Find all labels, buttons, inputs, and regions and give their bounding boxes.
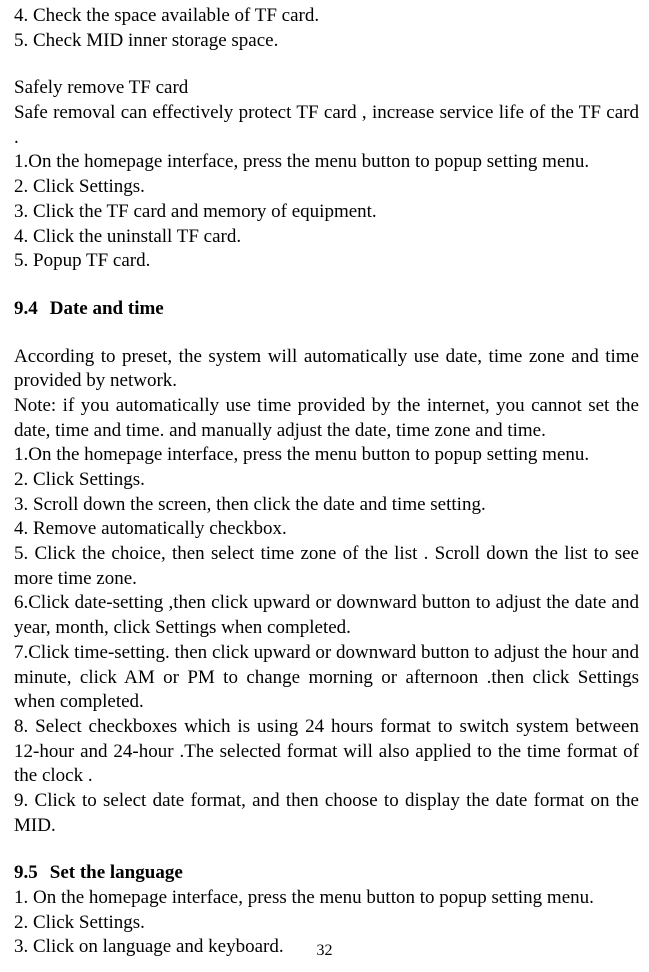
section-number: 9.4 [14, 297, 38, 322]
subheading: Safely remove TF card [14, 76, 639, 101]
page-number: 32 [0, 941, 649, 962]
step-text: 7.Click time-setting. then click upward … [14, 641, 639, 715]
step-text: 5. Click the choice, then select time zo… [14, 542, 639, 591]
body-text: Safe removal can effectively protect TF … [14, 101, 639, 150]
note-text: Note: if you automatically use time prov… [14, 394, 639, 443]
blank-line [14, 322, 639, 345]
section-title: Date and time [50, 298, 164, 319]
step-text: 1. On the homepage interface, press the … [14, 886, 639, 911]
step-text: 3. Click the TF card and memory of equip… [14, 200, 639, 225]
blank-line [14, 838, 639, 861]
body-text: According to preset, the system will aut… [14, 345, 639, 394]
step-text: 2. Click Settings. [14, 911, 639, 936]
blank-line [14, 274, 639, 297]
document-page: 4. Check the space available of TF card.… [0, 0, 649, 972]
section-title: Set the language [50, 862, 183, 883]
step-text: 9. Click to select date format, and then… [14, 789, 639, 838]
step-text: 4. Click the uninstall TF card. [14, 225, 639, 250]
step-text: 1.On the homepage interface, press the m… [14, 443, 639, 468]
section-heading: 9.4 Date and time [14, 297, 639, 322]
section-number: 9.5 [14, 861, 38, 886]
step-text: 2. Click Settings. [14, 468, 639, 493]
section-heading: 9.5 Set the language [14, 861, 639, 886]
step-text: 1.On the homepage interface, press the m… [14, 150, 639, 175]
blank-line [14, 53, 639, 76]
step-text: 3. Scroll down the screen, then click th… [14, 493, 639, 518]
step-text: 6.Click date-setting ,then click upward … [14, 591, 639, 640]
body-text: 5. Check MID inner storage space. [14, 29, 639, 54]
step-text: 5. Popup TF card. [14, 249, 639, 274]
step-text: 8. Select checkboxes which is using 24 h… [14, 715, 639, 789]
step-text: 2. Click Settings. [14, 175, 639, 200]
body-text: 4. Check the space available of TF card. [14, 4, 639, 29]
step-text: 4. Remove automatically checkbox. [14, 517, 639, 542]
